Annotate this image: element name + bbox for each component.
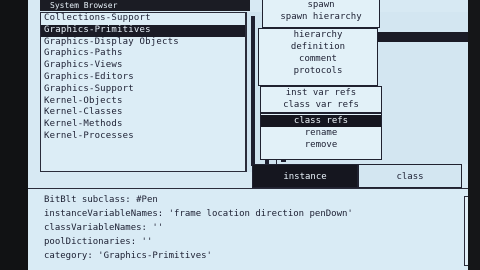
category-item[interactable]: Graphics-Paths [41,48,245,60]
category-list-pane[interactable]: Collections-Support Graphics-Primitives … [40,12,246,172]
category-item[interactable]: Graphics-Support [41,84,245,96]
code-line[interactable]: category: 'Graphics-Primitives' [28,249,472,263]
class-toggle-button[interactable]: class [358,164,462,188]
code-line[interactable]: instanceVariableNames: 'frame location d… [28,207,472,221]
code-line[interactable]: classVariableNames: '' [28,221,472,235]
menu-item-definition[interactable]: definition [259,41,377,53]
monitor-bezel-left [0,0,28,270]
category-item[interactable]: Graphics-Display Objects [41,37,245,49]
menu-item-protocols[interactable]: protocols [259,65,377,77]
smalltalk-screen: System Browser Collections-Support Graph… [28,0,472,270]
category-item[interactable]: Graphics-Views [41,60,245,72]
monitor-bezel-right [468,0,480,270]
menu-item-comment[interactable]: comment [259,53,377,65]
code-line[interactable]: BitBlt subclass: #Pen [28,193,472,207]
spawn-menu[interactable]: spawn spawn hierarchy [262,0,380,28]
category-item-selected[interactable]: Graphics-Primitives [41,24,245,37]
menu-item-class-var-refs[interactable]: class var refs [261,99,381,111]
category-item[interactable]: Kernel-Processes [41,131,245,143]
menu-item-class-refs[interactable]: class refs [261,115,381,127]
menu-divider [261,112,381,114]
category-item[interactable]: Kernel-Methods [41,119,245,131]
menu-item-spawn-hierarchy[interactable]: spawn hierarchy [263,11,379,23]
menu-item-hierarchy[interactable]: hierarchy [259,29,377,41]
menu-item-remove[interactable]: remove [261,139,381,151]
code-pane[interactable]: BitBlt subclass: #Pen instanceVariableNa… [28,188,472,270]
menu-item-inst-var-refs[interactable]: inst var refs [261,87,381,99]
code-line[interactable]: poolDictionaries: '' [28,235,472,249]
browser-title: System Browser [50,1,118,10]
category-item[interactable]: Graphics-Editors [41,72,245,84]
category-item[interactable]: Kernel-Classes [41,107,245,119]
class-scroll-bar[interactable] [251,16,255,166]
category-item[interactable]: Collections-Support [41,13,245,25]
references-menu[interactable]: inst var refs class var refs class refs … [260,86,382,160]
menu-item-spawn[interactable]: spawn [263,0,379,11]
instance-toggle-button[interactable]: instance [252,164,358,188]
class-pane-menu[interactable]: hierarchy definition comment protocols [258,28,378,86]
browser-title-bar[interactable]: System Browser [40,0,250,11]
menu-item-rename[interactable]: rename [261,127,381,139]
category-item[interactable]: Kernel-Objects [41,96,245,108]
